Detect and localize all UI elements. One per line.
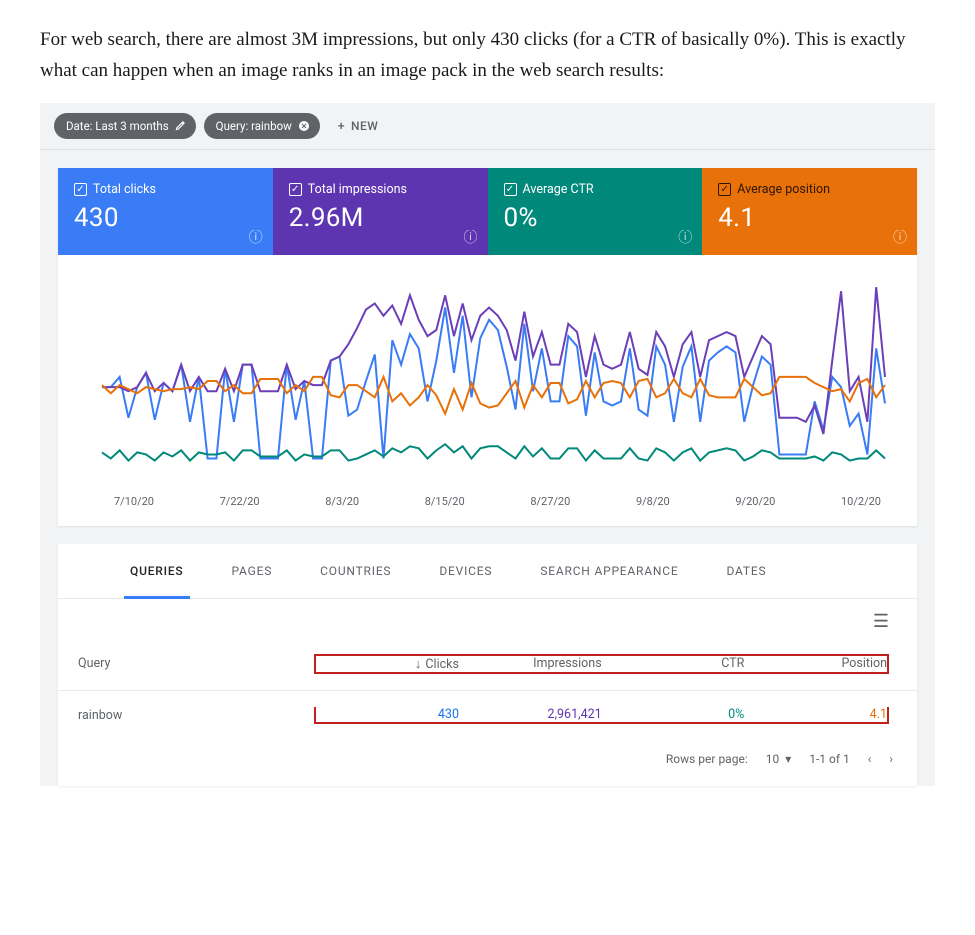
series-line xyxy=(102,444,885,460)
col-header-ctr[interactable]: CTR xyxy=(602,656,745,672)
pencil-icon xyxy=(175,120,186,131)
new-label: NEW xyxy=(351,119,378,133)
col-header-impressions[interactable]: Impressions xyxy=(459,656,602,672)
x-tick: 8/15/20 xyxy=(425,495,465,508)
help-icon[interactable]: ⓘ xyxy=(893,227,907,247)
arrow-down-icon: ↓ xyxy=(415,657,422,672)
x-tick: 10/2/20 xyxy=(841,495,881,508)
tabs: QUERIESPAGESCOUNTRIESDEVICESSEARCH APPEA… xyxy=(58,544,917,599)
chip-label: Date: Last 3 months xyxy=(66,119,169,133)
tab-pages[interactable]: PAGES xyxy=(208,544,297,598)
filter-chip-query[interactable]: Query: rainbow xyxy=(204,113,320,139)
table-filter-row: ☰ xyxy=(58,599,917,638)
table-row[interactable]: rainbow 430 2,961,421 0% 4.1 xyxy=(58,691,917,740)
tab-countries[interactable]: COUNTRIES xyxy=(296,544,415,598)
metrics-row: ✓ Total clicks 430 ⓘ ✓ Total impressions 2… xyxy=(58,168,917,255)
metric-label: Total impressions xyxy=(308,182,407,197)
metric-label: Average CTR xyxy=(523,182,594,197)
checkbox-icon: ✓ xyxy=(289,183,302,196)
metric-label: Average position xyxy=(737,182,830,197)
x-tick: 8/27/20 xyxy=(530,495,570,508)
help-icon[interactable]: ⓘ xyxy=(249,227,263,247)
rows-per-page-label: Rows per page: xyxy=(666,752,748,766)
metrics-card: ✓ Total clicks 430 ⓘ ✓ Total impressions 2… xyxy=(58,168,917,526)
close-icon[interactable] xyxy=(298,120,310,132)
chip-label: Query: rainbow xyxy=(216,119,292,133)
metric-impressions[interactable]: ✓ Total impressions 2.96M ⓘ xyxy=(273,168,488,255)
cell-impressions: 2,961,421 xyxy=(459,707,602,722)
table-header-row: Query ↓Clicks Impressions CTR Position xyxy=(58,638,917,691)
filter-list-icon[interactable]: ☰ xyxy=(873,611,889,632)
x-tick: 7/10/20 xyxy=(114,495,154,508)
metric-position[interactable]: ✓ Average position 4.1 ⓘ xyxy=(702,168,917,255)
x-axis-labels: 7/10/20 7/22/20 8/3/20 8/15/20 8/27/20 9/8/20… xyxy=(58,495,917,526)
chevron-down-icon: ▾ xyxy=(785,752,791,766)
prev-page-button[interactable]: ‹ xyxy=(868,752,872,766)
pagination: Rows per page: 10 ▾ 1-1 of 1 ‹ › xyxy=(58,740,917,782)
metric-value: 0% xyxy=(504,203,687,233)
x-tick: 8/3/20 xyxy=(325,495,359,508)
metric-value: 2.96M xyxy=(289,203,472,233)
help-icon[interactable]: ⓘ xyxy=(464,227,478,247)
tab-devices[interactable]: DEVICES xyxy=(415,544,516,598)
checkbox-icon: ✓ xyxy=(718,183,731,196)
new-filter-button[interactable]: + NEW xyxy=(328,113,389,139)
cell-query: rainbow xyxy=(78,708,306,723)
col-header-position[interactable]: Position xyxy=(744,656,887,672)
col-header-clicks[interactable]: ↓Clicks xyxy=(316,656,459,672)
search-console-panel: Date: Last 3 months Query: rainbow + NEW… xyxy=(40,103,935,786)
cell-ctr: 0% xyxy=(602,707,745,722)
checkbox-icon: ✓ xyxy=(504,183,517,196)
metric-clicks[interactable]: ✓ Total clicks 430 ⓘ xyxy=(58,168,273,255)
metric-ctr[interactable]: ✓ Average CTR 0% ⓘ xyxy=(488,168,703,255)
tab-queries[interactable]: QUERIES xyxy=(106,544,208,598)
next-page-button[interactable]: › xyxy=(889,752,893,766)
plus-icon: + xyxy=(338,119,345,133)
cell-clicks: 430 xyxy=(316,707,459,722)
dimensions-card: QUERIESPAGESCOUNTRIESDEVICESSEARCH APPEA… xyxy=(58,544,917,786)
page-range: 1-1 of 1 xyxy=(809,752,850,766)
x-tick: 9/8/20 xyxy=(636,495,670,508)
timeseries-chart xyxy=(58,255,917,495)
col-header-query[interactable]: Query xyxy=(78,656,306,671)
filter-bar: Date: Last 3 months Query: rainbow + NEW xyxy=(40,103,935,150)
metric-value: 4.1 xyxy=(718,203,901,233)
help-icon[interactable]: ⓘ xyxy=(678,227,692,247)
x-tick: 9/20/20 xyxy=(735,495,775,508)
filter-chip-date[interactable]: Date: Last 3 months xyxy=(54,113,196,139)
x-tick: 7/22/20 xyxy=(220,495,260,508)
metric-value: 430 xyxy=(74,203,257,233)
rows-per-page-select[interactable]: 10 ▾ xyxy=(766,752,792,766)
intro-paragraph: For web search, there are almost 3M impr… xyxy=(0,0,975,103)
metric-label: Total clicks xyxy=(93,182,156,197)
checkbox-icon: ✓ xyxy=(74,183,87,196)
cell-position: 4.1 xyxy=(744,707,887,722)
tab-search-appearance[interactable]: SEARCH APPEARANCE xyxy=(516,544,702,598)
tab-dates[interactable]: DATES xyxy=(702,544,790,598)
